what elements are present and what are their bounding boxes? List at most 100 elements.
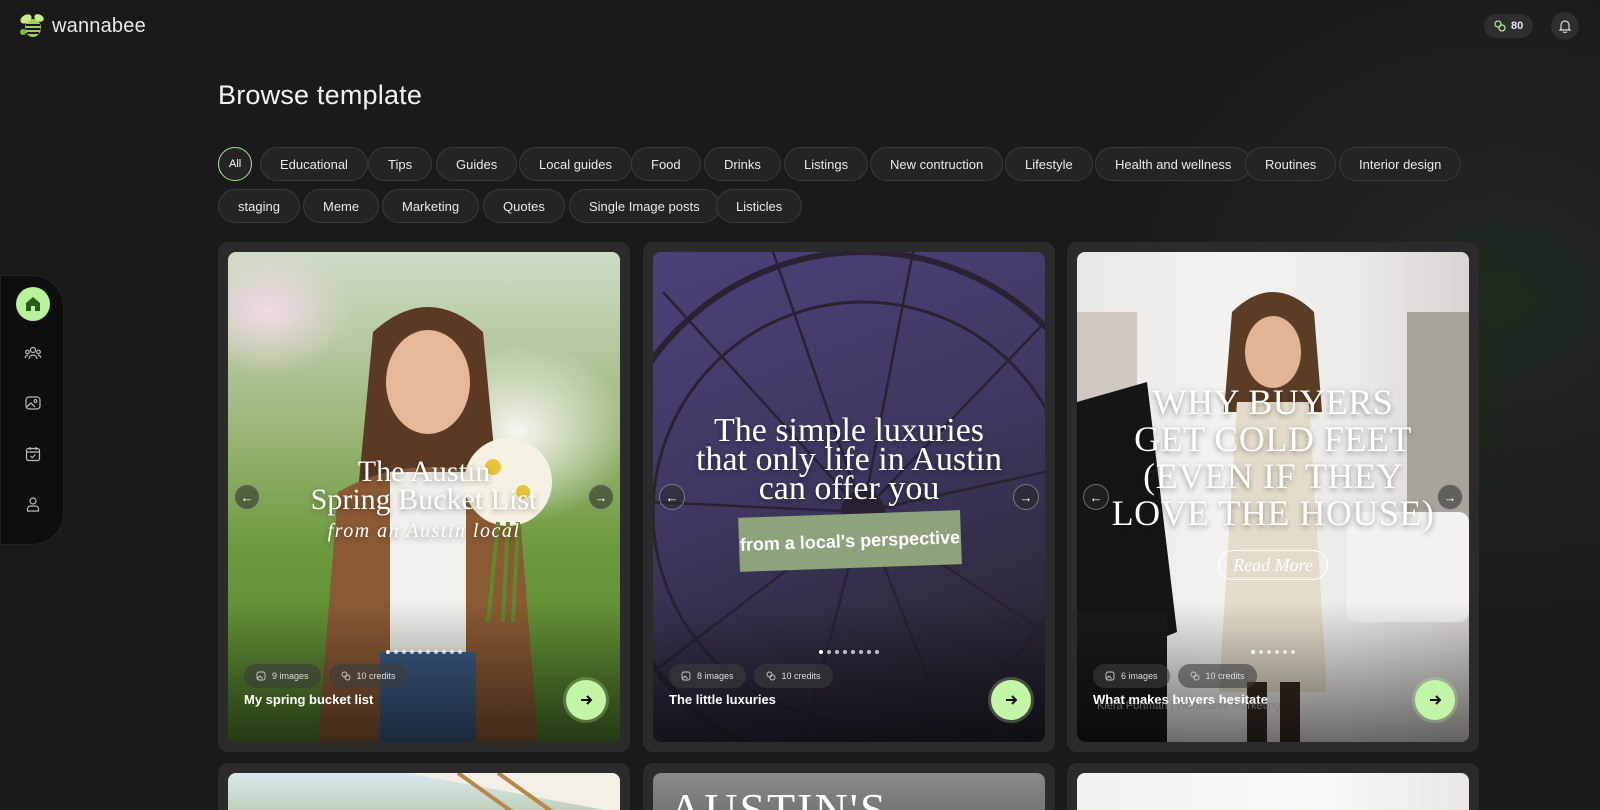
bell-icon xyxy=(1558,20,1572,33)
filter-chip-meme[interactable]: Meme xyxy=(303,189,380,223)
bee-logo-icon xyxy=(20,14,44,37)
template-card[interactable]: The simple luxuries that only life in Au… xyxy=(643,242,1055,752)
sidebar-item-profile[interactable] xyxy=(16,487,50,521)
slide-dot[interactable] xyxy=(1259,650,1263,654)
slide-dot[interactable] xyxy=(867,650,871,654)
slide-dot[interactable] xyxy=(859,650,863,654)
slide-dot[interactable] xyxy=(434,650,438,654)
template-preview: The simple luxuries that only life in Au… xyxy=(653,252,1045,742)
template-card[interactable] xyxy=(1067,763,1479,810)
filter-chip-local-guides[interactable]: Local guides xyxy=(519,147,632,181)
filter-chip-tips[interactable]: Tips xyxy=(368,147,433,181)
template-card[interactable] xyxy=(218,763,630,810)
open-template-button[interactable] xyxy=(991,680,1031,720)
slide-dot[interactable] xyxy=(458,650,462,654)
slide-dot[interactable] xyxy=(827,650,831,654)
template-preview xyxy=(1077,773,1469,810)
next-slide-button[interactable]: → xyxy=(1437,484,1463,510)
slide-dot[interactable] xyxy=(426,650,430,654)
slide-dot[interactable] xyxy=(418,650,422,654)
images-count: 6 images xyxy=(1121,671,1158,681)
filter-chip-routines[interactable]: Routines xyxy=(1245,147,1337,181)
slide-indicator xyxy=(1077,650,1469,654)
slide-dot[interactable] xyxy=(851,650,855,654)
next-slide-button[interactable]: → xyxy=(1013,484,1039,510)
template-card[interactable]: AUSTIN'S xyxy=(643,763,1055,810)
filter-chip-interior-design[interactable]: Interior design xyxy=(1339,147,1462,181)
template-card[interactable]: The Austin Spring Bucket List from an Au… xyxy=(218,242,630,752)
slide-dot[interactable] xyxy=(1267,650,1271,654)
template-preview: AUSTIN'S xyxy=(653,773,1045,810)
images-count: 8 images xyxy=(697,671,734,681)
overlay-tag: from a local's perspective xyxy=(738,510,962,572)
filter-chip-health-and-wellness[interactable]: Health and wellness xyxy=(1095,147,1252,181)
image-icon xyxy=(681,671,691,681)
credits-cost: 10 credits xyxy=(356,671,396,681)
gallery-icon xyxy=(25,396,41,410)
slide-indicator xyxy=(228,650,620,654)
peek-title: AUSTIN'S xyxy=(669,784,888,810)
credits-cost-badge: 10 credits xyxy=(1177,664,1257,688)
sidebar-item-gallery[interactable] xyxy=(16,386,50,420)
slide-dot[interactable] xyxy=(843,650,847,654)
filter-chip-listicles[interactable]: Listicles xyxy=(716,189,803,223)
filter-chip-educational[interactable]: Educational xyxy=(260,147,368,181)
profile-icon xyxy=(26,497,40,512)
slide-dot[interactable] xyxy=(450,650,454,654)
slide-dot[interactable] xyxy=(1275,650,1279,654)
overlay-line-1: WHY BUYERS xyxy=(1152,382,1394,422)
images-count-badge: 8 images xyxy=(669,664,746,688)
overlay-line-2: GET COLD FEET xyxy=(1134,419,1412,459)
filter-chip-guides[interactable]: Guides xyxy=(436,147,518,181)
template-name: The little luxuries xyxy=(669,692,776,707)
filter-chip-lifestyle[interactable]: Lifestyle xyxy=(1005,147,1093,181)
filter-chip-new-contruction[interactable]: New contruction xyxy=(870,147,1004,181)
filter-chip-quotes[interactable]: Quotes xyxy=(483,189,565,223)
overlay-line-2: Spring Bucket List xyxy=(310,483,538,516)
slide-dot[interactable] xyxy=(819,650,823,654)
images-count-badge: 6 images xyxy=(1093,664,1170,688)
credits-cost: 10 credits xyxy=(781,671,821,681)
arrow-right-icon xyxy=(581,695,593,705)
umbrella-image xyxy=(408,773,620,810)
credits-icon xyxy=(766,671,775,681)
app-name: wannabee xyxy=(52,14,146,37)
open-template-button[interactable] xyxy=(566,680,606,720)
filter-chip-marketing[interactable]: Marketing xyxy=(382,189,480,223)
images-count: 9 images xyxy=(272,671,309,681)
slide-dot[interactable] xyxy=(835,650,839,654)
filter-chip-staging[interactable]: staging xyxy=(218,189,300,223)
notifications-button[interactable] xyxy=(1551,12,1579,40)
credits-count: 80 xyxy=(1511,20,1524,32)
slide-dot[interactable] xyxy=(402,650,406,654)
sidebar-nav xyxy=(0,275,64,545)
next-slide-button[interactable]: → xyxy=(588,484,614,510)
filter-chip-all[interactable]: All xyxy=(218,147,253,181)
prev-slide-button[interactable]: ← xyxy=(1083,484,1109,510)
sidebar-item-calendar[interactable] xyxy=(16,437,50,471)
prev-slide-button[interactable]: ← xyxy=(659,484,685,510)
page-title: Browse template xyxy=(218,80,423,110)
filter-chip-drinks[interactable]: Drinks xyxy=(704,147,781,181)
filter-chip-food[interactable]: Food xyxy=(631,147,701,181)
slide-dot[interactable] xyxy=(875,650,879,654)
slide-dot[interactable] xyxy=(386,650,390,654)
template-card[interactable]: WHY BUYERS GET COLD FEET (EVEN IF THEY L… xyxy=(1067,242,1479,752)
slide-dot[interactable] xyxy=(1291,650,1295,654)
prev-slide-button[interactable]: ← xyxy=(234,484,260,510)
sidebar-item-home[interactable] xyxy=(16,287,50,321)
credits-balance[interactable]: 80 xyxy=(1484,14,1534,38)
template-preview xyxy=(228,773,620,810)
slide-dot[interactable] xyxy=(1283,650,1287,654)
slide-dot[interactable] xyxy=(410,650,414,654)
app-logo[interactable]: wannabee xyxy=(16,10,146,42)
open-template-button[interactable] xyxy=(1415,680,1455,720)
filter-chip-listings[interactable]: Listings xyxy=(784,147,869,181)
slide-dot[interactable] xyxy=(442,650,446,654)
slide-dot[interactable] xyxy=(1251,650,1255,654)
overlay-line-1: The Austin xyxy=(357,455,491,488)
credits-icon xyxy=(341,671,350,681)
sidebar-item-community[interactable] xyxy=(16,336,50,370)
slide-dot[interactable] xyxy=(394,650,398,654)
filter-chip-single-image-posts[interactable]: Single Image posts xyxy=(569,189,720,223)
